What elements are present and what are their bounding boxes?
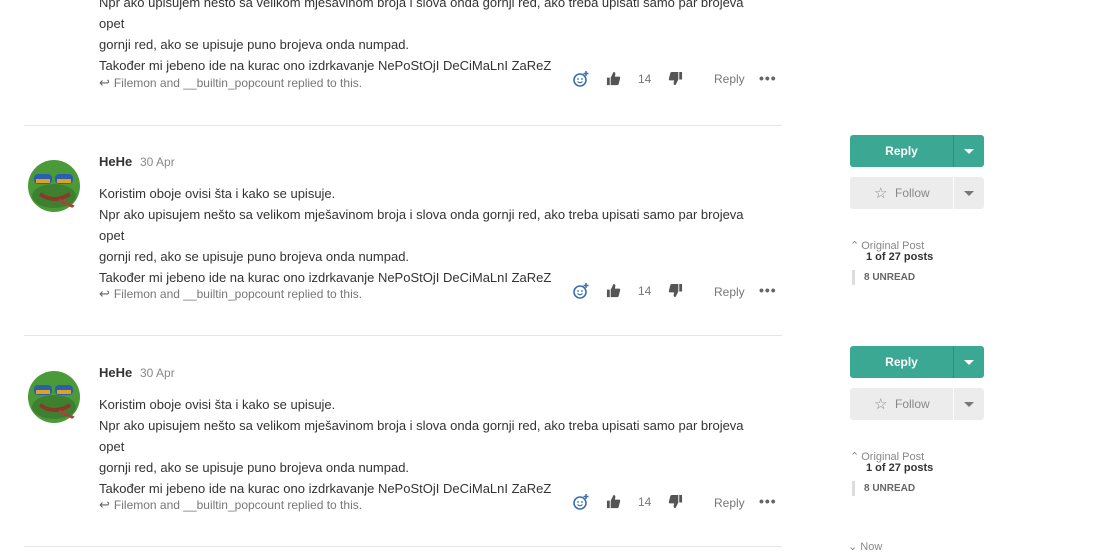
post-content: Koristim oboje ovisi šta i kako se upisu… [99, 183, 769, 288]
post-position: 1 of 27 posts [866, 462, 934, 474]
scrubber-bar[interactable] [852, 270, 855, 285]
caret-down-icon[interactable] [964, 360, 974, 365]
post-content: Koristim oboje ovisi šta i kako se upisu… [99, 394, 769, 499]
follow-button[interactable]: ☆ Follow [850, 177, 984, 209]
more-icon[interactable]: ••• [759, 493, 777, 509]
unread-label: 8 UNREAD [864, 483, 916, 494]
caret-down-icon[interactable] [964, 402, 974, 407]
replied-text: Filemon and __builtin_popcount replied t… [113, 287, 363, 301]
caret-down-icon[interactable] [964, 191, 974, 196]
star-icon: ☆ [874, 185, 888, 202]
post-line: gornji red, ako se upisuje puno brojeva … [99, 37, 410, 52]
thumbs-up-icon[interactable] [606, 494, 621, 509]
follow-button[interactable]: ☆ Follow [850, 388, 984, 420]
replied-notice[interactable]: ↩ Filemon and __builtin_popcount replied … [99, 497, 362, 513]
post-content: Npr ako upisujem nešto sa velikom mješav… [99, 0, 769, 76]
post: HeHe 30 Apr Koristim oboje ovisi šta i k… [24, 154, 782, 314]
chevron-up-icon: ⌃ [850, 451, 860, 463]
post-line: Npr ako upisujem nešto sa velikom mješav… [99, 418, 744, 454]
sidebar-actions: Reply ☆ Follow ⌃ Original Post 1 of 27 po… [850, 346, 984, 496]
post-line: Koristim oboje ovisi šta i kako se upisu… [99, 397, 336, 412]
unread-count[interactable]: 8 UNREAD [852, 270, 916, 285]
more-icon[interactable]: ••• [759, 70, 777, 86]
chevron-up-icon: ⌃ [850, 240, 860, 252]
author-name[interactable]: HeHe [99, 365, 132, 380]
author-name[interactable]: HeHe [99, 154, 132, 169]
sidebar-reply-button[interactable]: Reply [850, 135, 984, 167]
post-line: Npr ako upisujem nešto sa velikom mješav… [99, 207, 744, 243]
post-date[interactable]: 30 Apr [140, 366, 175, 380]
unread-count[interactable]: 8 UNREAD [852, 481, 916, 496]
post: HeHe 30 Apr Koristim oboje ovisi šta i k… [24, 365, 782, 525]
reply-button-label: Reply [885, 144, 918, 158]
post-date[interactable]: 30 Apr [140, 155, 175, 169]
button-separator [953, 177, 954, 209]
post-line: gornji red, ako se upisuje puno brojeva … [99, 249, 410, 264]
now-link[interactable]: ⌄ Now [848, 540, 882, 553]
button-separator [953, 135, 954, 167]
post-line: Koristim oboje ovisi šta i kako se upisu… [99, 186, 336, 201]
replied-text: Filemon and __builtin_popcount replied t… [113, 76, 363, 90]
sidebar-reply-button[interactable]: Reply [850, 346, 984, 378]
scrubber-bar[interactable] [852, 481, 855, 496]
reply-link[interactable]: Reply [714, 496, 745, 510]
reply-arrow-icon: ↩ [99, 286, 110, 301]
avatar[interactable] [24, 154, 84, 214]
button-separator [953, 346, 954, 378]
chevron-down-icon: ⌄ [848, 541, 858, 553]
thumbs-up-icon[interactable] [606, 283, 621, 298]
add-reaction-icon[interactable] [572, 282, 590, 300]
post-position: 1 of 27 posts [866, 251, 934, 263]
star-icon: ☆ [874, 396, 888, 413]
thumbs-down-icon[interactable] [668, 71, 683, 86]
avatar[interactable] [24, 365, 84, 425]
more-icon[interactable]: ••• [759, 282, 777, 298]
like-count: 14 [638, 495, 652, 509]
replied-text: Filemon and __builtin_popcount replied t… [113, 498, 363, 512]
avatar[interactable] [24, 0, 84, 12]
thumbs-up-icon[interactable] [606, 71, 621, 86]
post: Npr ako upisujem nešto sa velikom mješav… [24, 0, 782, 102]
add-reaction-icon[interactable] [572, 493, 590, 511]
reply-link[interactable]: Reply [714, 285, 745, 299]
button-separator [953, 388, 954, 420]
post-line: Npr ako upisujem nešto sa velikom mješav… [99, 0, 744, 31]
reply-link[interactable]: Reply [714, 72, 745, 86]
post-divider [24, 335, 782, 336]
like-count: 14 [638, 284, 652, 298]
replied-notice[interactable]: ↩ Filemon and __builtin_popcount replied … [99, 75, 362, 91]
post-divider [24, 546, 782, 547]
thumbs-down-icon[interactable] [668, 283, 683, 298]
like-count: 14 [638, 72, 652, 86]
unread-label: 8 UNREAD [864, 272, 916, 283]
thumbs-down-icon[interactable] [668, 494, 683, 509]
post-divider [24, 125, 782, 126]
replied-notice[interactable]: ↩ Filemon and __builtin_popcount replied … [99, 286, 362, 302]
reply-button-label: Reply [885, 355, 918, 369]
follow-button-label: Follow [895, 397, 930, 411]
post-line: gornji red, ako se upisuje puno brojeva … [99, 460, 410, 475]
reply-arrow-icon: ↩ [99, 75, 110, 90]
reply-arrow-icon: ↩ [99, 497, 110, 512]
caret-down-icon[interactable] [964, 149, 974, 154]
sidebar-actions: Reply ☆ Follow ⌃ Original Post 1 of 27 po… [850, 135, 984, 285]
now-label: Now [860, 541, 883, 553]
follow-button-label: Follow [895, 186, 930, 200]
add-reaction-icon[interactable] [572, 70, 590, 88]
